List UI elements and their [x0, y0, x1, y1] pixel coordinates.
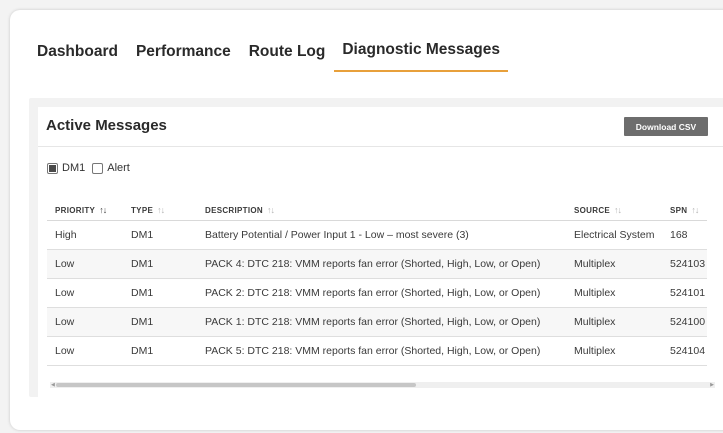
column-header-source[interactable]: SOURCE ↑↓ — [566, 200, 662, 221]
type-cell: DM1 — [123, 249, 197, 279]
source-cell: Multiplex — [566, 278, 662, 308]
type-cell: DM1 — [123, 220, 197, 250]
table-header-row: PRIORITY ↑↓ TYPE ↑↓ DESCRIPTION ↑↓ SOURCE ↑↓… — [47, 200, 707, 221]
panel-body: Active Messages Download CSV DM1 Alert P… — [38, 107, 723, 397]
content-card: Dashboard Performance Route Log Diagnost… — [10, 10, 723, 430]
sort-icon[interactable]: ↑↓ — [157, 205, 165, 215]
column-header-spn[interactable]: SPN ↑↓ — [662, 200, 707, 221]
filter-dm1[interactable]: DM1 — [47, 162, 85, 174]
column-header-priority[interactable]: PRIORITY ↑↓ — [47, 200, 123, 221]
filter-alert[interactable]: Alert — [92, 162, 130, 174]
table-row[interactable]: Low DM1 PACK 5: DTC 218: VMM reports fan… — [47, 336, 707, 366]
spn-cell: 168 — [662, 220, 707, 250]
source-cell: Electrical System — [566, 220, 662, 250]
table-row[interactable]: Low DM1 PACK 2: DTC 218: VMM reports fan… — [47, 278, 707, 308]
spn-cell: 524103 — [662, 249, 707, 279]
tab-bar: Dashboard Performance Route Log Diagnost… — [37, 41, 509, 72]
spn-cell: 524104 — [662, 336, 707, 366]
active-messages-panel: Active Messages Download CSV DM1 Alert P… — [29, 98, 723, 397]
description-cell: PACK 1: DTC 218: VMM reports fan error (… — [197, 307, 566, 337]
description-cell: PACK 2: DTC 218: VMM reports fan error (… — [197, 278, 566, 308]
column-header-description[interactable]: DESCRIPTION ↑↓ — [197, 200, 566, 221]
type-cell: DM1 — [123, 278, 197, 308]
messages-table: PRIORITY ↑↓ TYPE ↑↓ DESCRIPTION ↑↓ SOURCE ↑↓… — [47, 200, 707, 366]
type-cell: DM1 — [123, 336, 197, 366]
priority-cell: Low — [47, 307, 123, 337]
description-cell: PACK 5: DTC 218: VMM reports fan error (… — [197, 336, 566, 366]
source-cell: Multiplex — [566, 249, 662, 279]
type-cell: DM1 — [123, 307, 197, 337]
horizontal-scrollbar[interactable]: ◀ ▶ — [50, 382, 715, 388]
tab-diagnostic-messages[interactable]: Diagnostic Messages — [334, 41, 509, 72]
description-cell: PACK 4: DTC 218: VMM reports fan error (… — [197, 249, 566, 279]
source-cell: Multiplex — [566, 307, 662, 337]
tab-dashboard[interactable]: Dashboard — [37, 43, 127, 72]
sort-icon[interactable]: ↑↓ — [614, 205, 622, 215]
sort-icon[interactable]: ↑↓ — [99, 205, 107, 215]
table-row[interactable]: Low DM1 PACK 4: DTC 218: VMM reports fan… — [47, 249, 707, 279]
table-row[interactable]: High DM1 Battery Potential / Power Input… — [47, 220, 707, 250]
column-header-type[interactable]: TYPE ↑↓ — [123, 200, 197, 221]
description-cell: Battery Potential / Power Input 1 - Low … — [197, 220, 566, 250]
tab-performance[interactable]: Performance — [127, 43, 240, 72]
panel-title: Active Messages — [46, 117, 167, 134]
scroll-left-icon[interactable]: ◀ — [51, 381, 55, 389]
spn-cell: 524101 — [662, 278, 707, 308]
priority-cell: Low — [47, 278, 123, 308]
priority-cell: Low — [47, 336, 123, 366]
source-cell: Multiplex — [566, 336, 662, 366]
scroll-right-icon[interactable]: ▶ — [710, 381, 714, 389]
sort-icon[interactable]: ↑↓ — [691, 205, 699, 215]
table-row[interactable]: Low DM1 PACK 1: DTC 218: VMM reports fan… — [47, 307, 707, 337]
divider — [38, 146, 723, 147]
priority-cell: High — [47, 220, 123, 250]
dm1-checkbox[interactable] — [47, 162, 58, 174]
filter-group: DM1 Alert — [47, 162, 137, 174]
scroll-thumb[interactable] — [56, 383, 416, 387]
download-csv-button[interactable]: Download CSV — [624, 117, 708, 136]
alert-checkbox[interactable] — [92, 162, 104, 174]
tab-route-log[interactable]: Route Log — [240, 43, 335, 72]
alert-label: Alert — [107, 162, 130, 174]
dm1-label: DM1 — [62, 162, 86, 174]
sort-icon[interactable]: ↑↓ — [267, 205, 275, 215]
spn-cell: 524100 — [662, 307, 707, 337]
priority-cell: Low — [47, 249, 123, 279]
